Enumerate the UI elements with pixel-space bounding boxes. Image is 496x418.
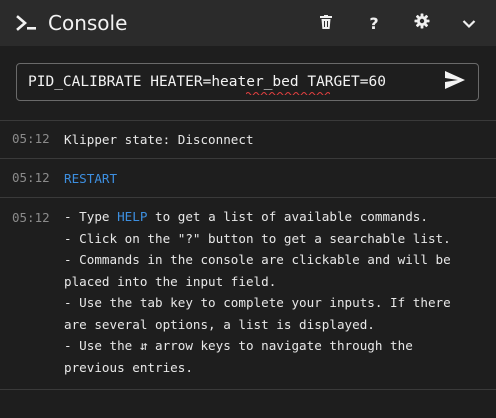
help-line-text: to get a list of available commands. [147,209,428,224]
help-button[interactable]: ? [354,0,394,46]
entry-timestamp: 05:12 [12,170,50,185]
help-line: - Click on the "?" button to get a searc… [64,230,451,246]
command-field [16,63,479,101]
help-line: placed into the input field. [64,273,277,289]
entry-timestamp: 05:12 [12,131,50,146]
console-entry: 05:12 Klipper state: Disconnect [0,120,496,159]
console-prompt-icon [16,12,38,34]
help-command-link[interactable]: HELP [117,209,147,224]
send-button[interactable] [442,70,468,94]
help-line: - Use the tab key to complete your input… [64,295,451,310]
help-line: - Type HELP to get a list of available c… [64,206,488,228]
command-input[interactable] [28,64,428,100]
entry-timestamp: 05:12 [12,210,50,225]
console-title: Console [48,11,128,35]
clear-console-button[interactable] [306,0,346,46]
command-input-area [0,46,496,121]
help-line: - Use the ⇵ arrow keys to navigate throu… [64,338,413,353]
send-icon [444,70,466,94]
trash-icon [320,14,332,33]
console-header: Console ? [0,0,496,46]
console-entry: 05:12 RESTART [0,159,496,198]
help-icon: ? [369,13,379,33]
chevron-down-icon [462,14,476,33]
restart-command-link[interactable]: RESTART [64,168,488,190]
help-line: are several options, a list is displayed… [64,316,375,332]
spellcheck-underline [246,92,330,95]
help-line: previous entries. [64,359,193,375]
settings-button[interactable] [402,0,442,46]
help-message: - Type HELP to get a list of available c… [64,206,488,378]
collapse-button[interactable] [449,0,489,46]
entry-message: Klipper state: Disconnect [64,132,254,147]
help-line: - Commands in the console are clickable … [64,252,451,267]
help-line-text: - Type [64,209,118,224]
gear-icon [414,13,430,33]
title-area: Console [16,0,127,46]
console-entry: 05:12 - Type HELP to get a list of avail… [0,198,496,390]
